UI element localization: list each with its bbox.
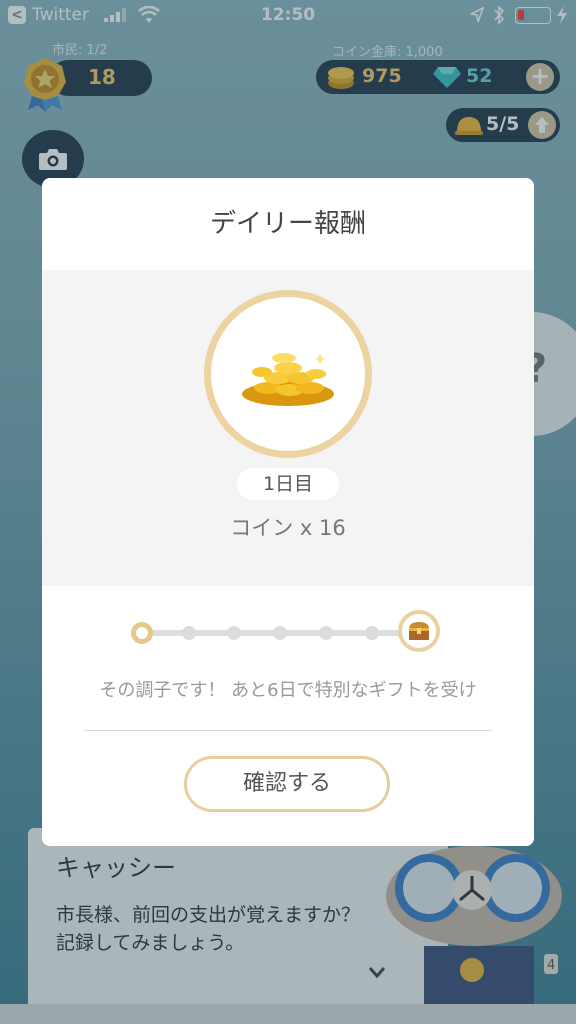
confirm-button[interactable]: 確認する — [184, 756, 390, 812]
divider — [84, 730, 492, 731]
modal-title: デイリー報酬 — [209, 209, 366, 239]
coin-pile-icon — [242, 353, 334, 406]
progress-message: その調子です！ あと6日で特別なギフトを受け — [99, 680, 477, 701]
treasure-chest-icon — [409, 622, 429, 640]
reward-amount: コイン x 16 — [230, 516, 346, 540]
progress-dot — [365, 626, 379, 640]
progress-dot-current — [131, 622, 153, 644]
daily-reward-modal: デイリー報酬 1日目 コイン x 16 その調子です！ あと6日で特別なギフトを… — [42, 178, 534, 846]
progress-dot — [227, 626, 241, 640]
progress-dot — [273, 626, 287, 640]
day-label: 1日目 — [237, 468, 339, 500]
progress-dot — [319, 626, 333, 640]
gift-milestone — [398, 610, 440, 652]
progress-dot — [182, 626, 196, 640]
